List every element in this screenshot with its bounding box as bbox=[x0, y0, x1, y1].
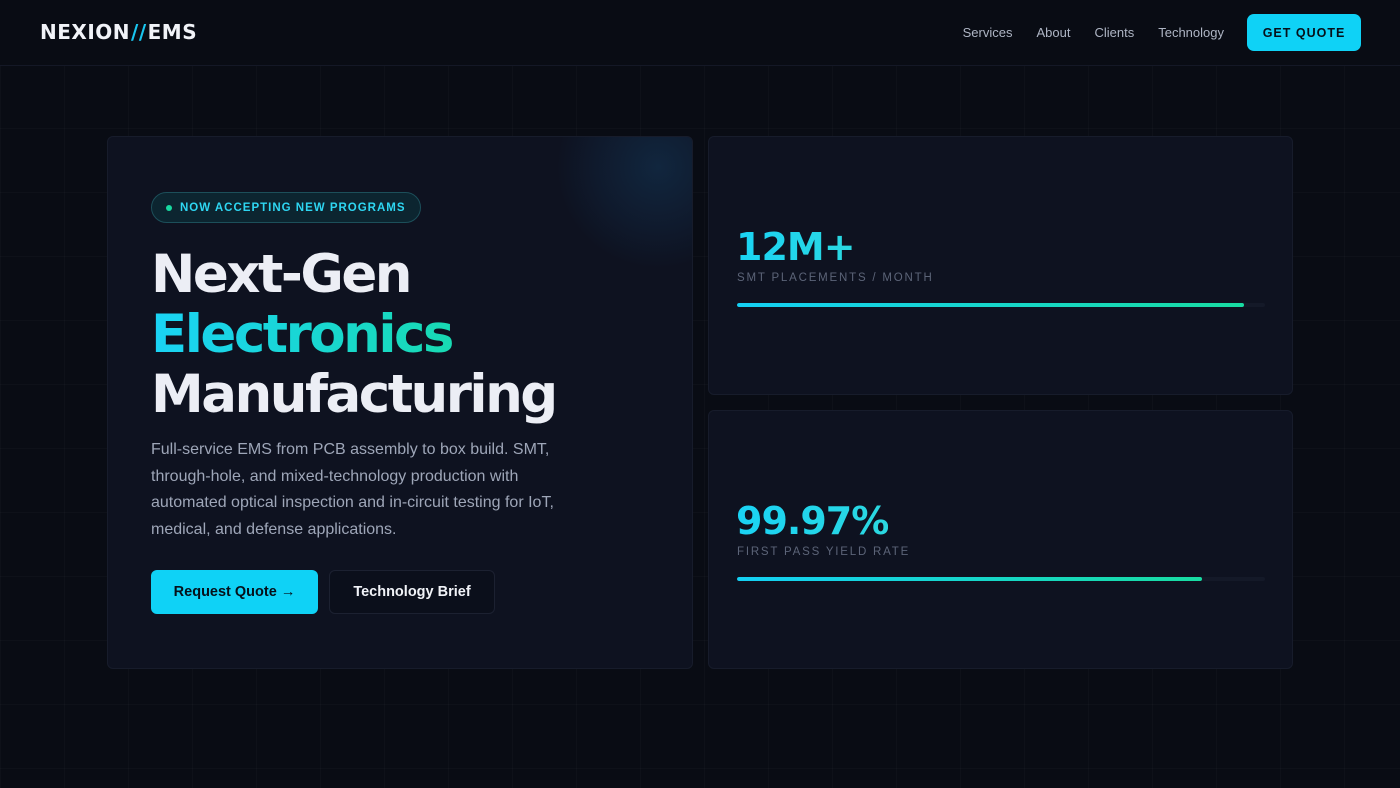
get-quote-button[interactable]: GET QUOTE bbox=[1247, 14, 1361, 51]
stat-label: FIRST PASS YIELD RATE bbox=[737, 546, 911, 558]
brand-logo[interactable]: NEXION//EMS bbox=[40, 20, 197, 44]
progress-fill bbox=[737, 303, 1244, 307]
request-quote-button[interactable]: Request Quote → bbox=[151, 570, 318, 614]
stat-value: 12M+ bbox=[736, 225, 856, 269]
stat-card-yield: 99.97% FIRST PASS YIELD RATE bbox=[708, 410, 1293, 669]
nav-link-about[interactable]: About bbox=[1036, 25, 1070, 40]
nav-links: Services About Clients Technology bbox=[963, 25, 1224, 40]
status-badge: NOW ACCEPTING NEW PROGRAMS bbox=[151, 192, 421, 223]
progress-track bbox=[737, 577, 1265, 581]
nav-link-services[interactable]: Services bbox=[963, 25, 1013, 40]
brand-name-part1: NEXION bbox=[40, 20, 131, 44]
top-navbar: NEXION//EMS Services About Clients Techn… bbox=[0, 0, 1400, 66]
technology-brief-button[interactable]: Technology Brief bbox=[329, 570, 495, 614]
brand-slash: // bbox=[131, 20, 147, 44]
progress-fill bbox=[737, 577, 1202, 581]
status-badge-text: NOW ACCEPTING NEW PROGRAMS bbox=[180, 201, 406, 214]
hero-card: NOW ACCEPTING NEW PROGRAMS Next-Gen Elec… bbox=[107, 136, 693, 669]
nav-link-technology[interactable]: Technology bbox=[1158, 25, 1224, 40]
stat-label: SMT PLACEMENTS / MONTH bbox=[737, 272, 934, 284]
stat-card-placements: 12M+ SMT PLACEMENTS / MONTH bbox=[708, 136, 1293, 395]
status-dot-icon bbox=[166, 204, 172, 211]
stat-value: 99.97% bbox=[736, 499, 889, 543]
progress-track bbox=[737, 303, 1265, 307]
hero-headline: Next-Gen Electronics Manufacturing bbox=[151, 244, 558, 425]
nav-link-clients[interactable]: Clients bbox=[1094, 25, 1134, 40]
headline-line-2: Electronics bbox=[151, 305, 556, 365]
headline-line-1: Next-Gen bbox=[151, 244, 413, 305]
decorative-glow bbox=[558, 137, 692, 267]
headline-line-3: Manufacturing bbox=[151, 364, 558, 425]
hero-description: Full-service EMS from PCB assembly to bo… bbox=[151, 441, 554, 538]
brand-name-part2: EMS bbox=[147, 20, 198, 44]
